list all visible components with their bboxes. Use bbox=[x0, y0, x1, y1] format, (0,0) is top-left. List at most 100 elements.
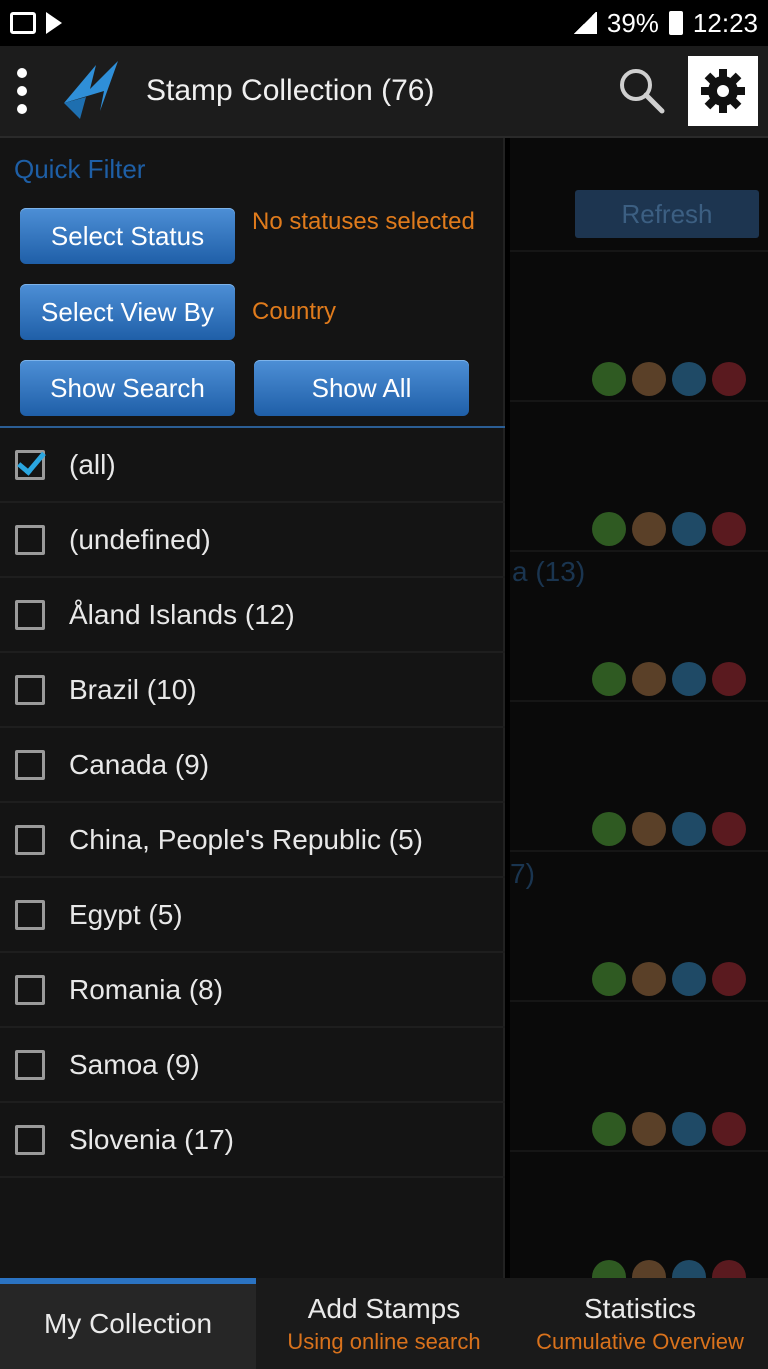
status-system-icons: 39% 12:23 bbox=[572, 7, 758, 39]
background-row bbox=[510, 250, 768, 400]
tab-title: Statistics bbox=[583, 1292, 697, 1324]
status-dot bbox=[592, 512, 626, 546]
status-dot bbox=[632, 662, 666, 696]
tab-my-collection[interactable]: My Collection bbox=[0, 1278, 256, 1369]
tab-title: My Collection bbox=[43, 1307, 213, 1339]
status-dot bbox=[632, 812, 666, 846]
status-dot bbox=[712, 812, 746, 846]
status-dot bbox=[672, 662, 706, 696]
refresh-button[interactable]: Refresh bbox=[575, 190, 759, 238]
tab-statistics[interactable]: Statistics Cumulative Overview bbox=[512, 1278, 768, 1369]
status-note: No statuses selected bbox=[252, 208, 475, 235]
status-dot bbox=[592, 362, 626, 396]
status-dot bbox=[712, 512, 746, 546]
battery-icon bbox=[668, 11, 683, 35]
list-item[interactable]: Egypt (5) bbox=[0, 878, 505, 953]
status-dots bbox=[592, 662, 746, 696]
tab-title: Add Stamps bbox=[307, 1292, 461, 1324]
select-status-button[interactable]: Select Status bbox=[20, 208, 235, 264]
app-bar: Stamp Collection (76) bbox=[0, 46, 768, 138]
image-notification-icon bbox=[10, 12, 36, 34]
checkbox[interactable] bbox=[15, 1049, 45, 1080]
play-notification-icon bbox=[46, 12, 62, 34]
list-item[interactable]: (undefined) bbox=[0, 503, 505, 578]
search-button[interactable] bbox=[602, 51, 682, 131]
status-dot bbox=[592, 1260, 626, 1278]
status-dot bbox=[592, 812, 626, 846]
status-notification-icons bbox=[10, 12, 62, 34]
status-dot bbox=[712, 962, 746, 996]
list-item-label: (all) bbox=[69, 448, 116, 480]
checkbox[interactable] bbox=[15, 974, 45, 1005]
checkbox[interactable] bbox=[15, 524, 45, 555]
status-dot bbox=[672, 962, 706, 996]
list-item[interactable]: China, People's Republic (5) bbox=[0, 803, 505, 878]
background-row bbox=[510, 850, 768, 1000]
tab-subtitle: Using online search bbox=[287, 1328, 481, 1354]
status-dot bbox=[672, 512, 706, 546]
status-dots bbox=[592, 1260, 746, 1278]
filter-drawer: Quick Filter Select Status No statuses s… bbox=[0, 138, 505, 1278]
checkbox[interactable] bbox=[15, 674, 45, 705]
status-dot bbox=[712, 1260, 746, 1278]
checkbox[interactable] bbox=[15, 824, 45, 855]
status-dot bbox=[712, 1112, 746, 1146]
checkbox[interactable] bbox=[15, 449, 45, 480]
list-item-label: Brazil (10) bbox=[69, 673, 197, 705]
status-dot bbox=[632, 1260, 666, 1278]
quick-filter-title: Quick Filter bbox=[14, 154, 146, 184]
list-item-label: Åland Islands (12) bbox=[69, 598, 295, 630]
list-item-label: China, People's Republic (5) bbox=[69, 823, 423, 855]
list-item-label: Samoa (9) bbox=[69, 1048, 200, 1080]
checkbox[interactable] bbox=[15, 599, 45, 630]
status-dots bbox=[592, 962, 746, 996]
status-dots bbox=[592, 512, 746, 546]
select-view-by-button[interactable]: Select View By bbox=[20, 284, 235, 340]
background-row bbox=[510, 550, 768, 700]
show-search-button[interactable]: Show Search bbox=[20, 360, 235, 416]
list-item[interactable]: Slovenia (17) bbox=[0, 1103, 505, 1178]
list-item[interactable]: Canada (9) bbox=[0, 728, 505, 803]
status-dot bbox=[592, 1112, 626, 1146]
status-dot bbox=[632, 512, 666, 546]
list-item-all[interactable]: (all) bbox=[0, 428, 505, 503]
status-dots bbox=[592, 1112, 746, 1146]
status-dot bbox=[632, 362, 666, 396]
list-item-label: Canada (9) bbox=[69, 748, 210, 780]
search-icon bbox=[620, 69, 665, 114]
checkbox[interactable] bbox=[15, 899, 45, 930]
list-item-label: Egypt (5) bbox=[69, 898, 183, 930]
background-row bbox=[510, 1000, 768, 1150]
status-bar: 39% 12:23 bbox=[0, 0, 768, 46]
status-dot bbox=[592, 662, 626, 696]
gear-icon bbox=[701, 69, 745, 113]
status-dots bbox=[592, 812, 746, 846]
list-item[interactable]: Åland Islands (12) bbox=[0, 578, 505, 653]
checkbox[interactable] bbox=[15, 749, 45, 780]
background-row bbox=[510, 700, 768, 850]
status-dot bbox=[672, 1260, 706, 1278]
overflow-menu-icon[interactable] bbox=[0, 45, 44, 137]
app-logo-icon bbox=[56, 51, 136, 131]
status-dot bbox=[672, 362, 706, 396]
background-row bbox=[510, 400, 768, 550]
list-item-label: (undefined) bbox=[69, 523, 211, 555]
list-item-label: Romania (8) bbox=[69, 973, 224, 1005]
show-all-button[interactable]: Show All bbox=[254, 360, 469, 416]
clock: 12:23 bbox=[692, 7, 758, 38]
settings-button[interactable] bbox=[688, 56, 758, 126]
bottom-tab-bar: My Collection Add Stamps Using online se… bbox=[0, 1278, 768, 1369]
battery-percent: 39% bbox=[606, 7, 659, 38]
list-item[interactable]: Brazil (10) bbox=[0, 653, 505, 728]
list-item-label: Slovenia (17) bbox=[69, 1123, 234, 1155]
status-dot bbox=[632, 1112, 666, 1146]
list-item[interactable]: Samoa (9) bbox=[0, 1028, 505, 1103]
checkbox[interactable] bbox=[15, 1124, 45, 1155]
status-dot bbox=[712, 362, 746, 396]
list-item[interactable]: Romania (8) bbox=[0, 953, 505, 1028]
status-dots bbox=[592, 362, 746, 396]
view-by-note: Country bbox=[252, 298, 337, 325]
signal-icon bbox=[572, 12, 597, 34]
tab-add-stamps[interactable]: Add Stamps Using online search bbox=[256, 1278, 512, 1369]
app-title: Stamp Collection (76) bbox=[146, 74, 435, 107]
